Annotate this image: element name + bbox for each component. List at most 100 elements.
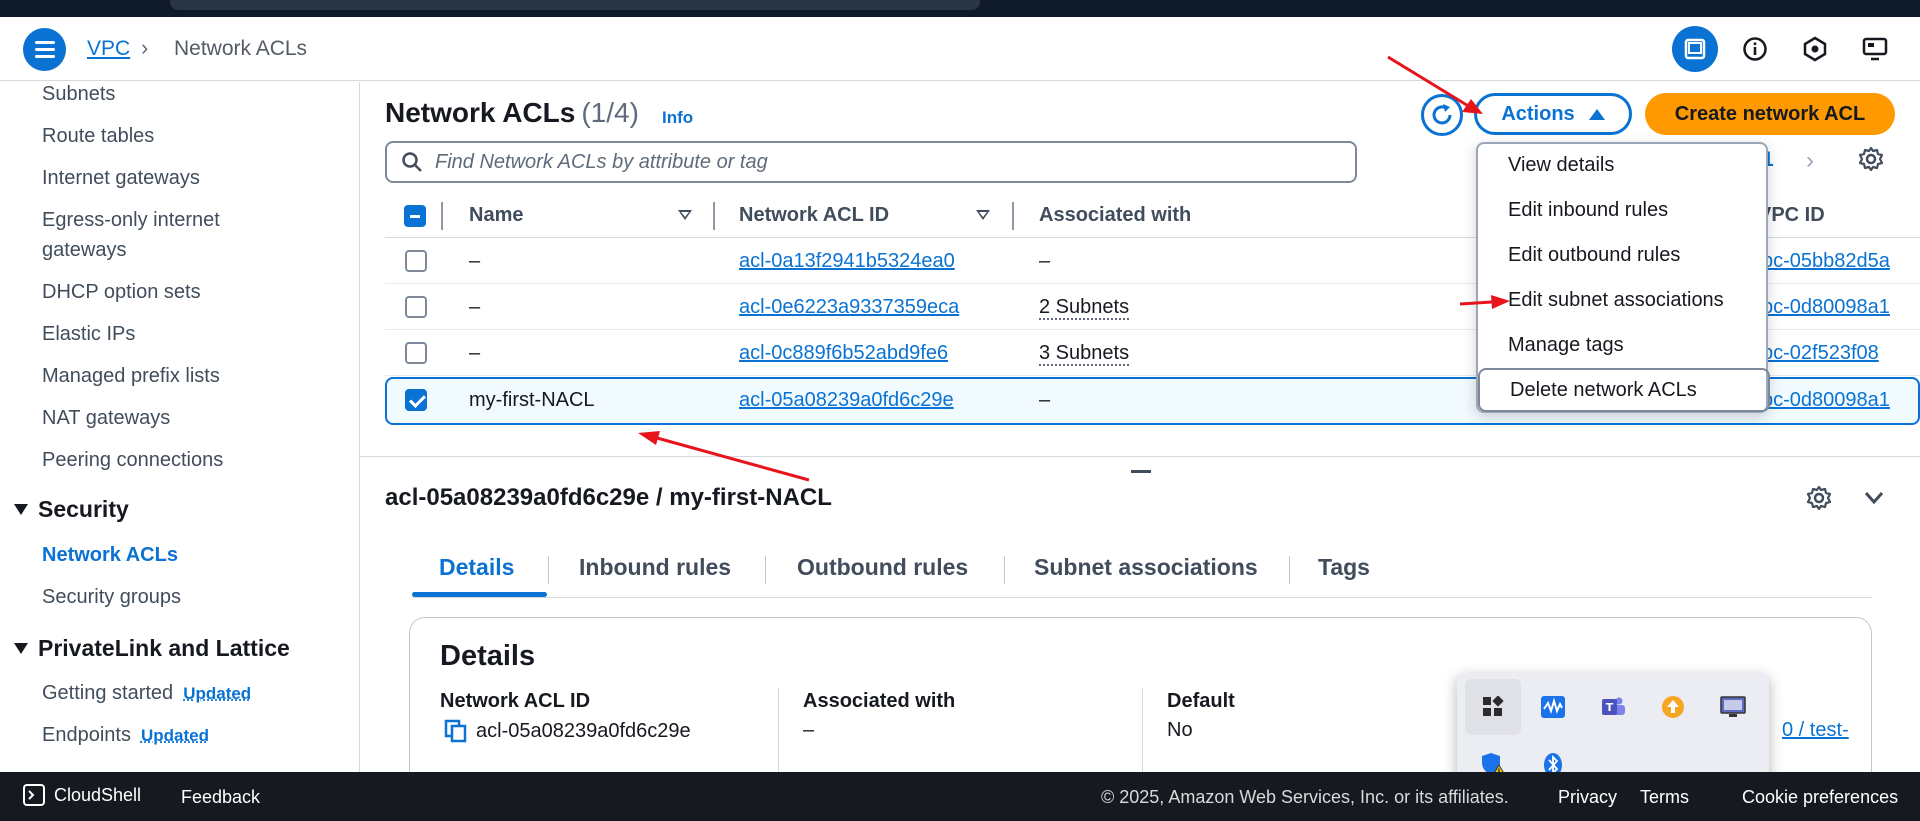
- row-associated[interactable]: 2 Subnets: [1039, 296, 1130, 320]
- menu-item-manage-tags[interactable]: Manage tags: [1508, 334, 1624, 357]
- search-input[interactable]: [435, 150, 1315, 174]
- panel-icon[interactable]: [1672, 26, 1718, 72]
- feedback-link[interactable]: Feedback: [181, 787, 260, 808]
- hamburger-menu-icon[interactable]: [23, 28, 66, 71]
- menu-item-edit-inbound-rules[interactable]: Edit inbound rules: [1508, 199, 1668, 222]
- row-acl-id-link[interactable]: acl-0e6223a9337359eca: [739, 296, 959, 319]
- sidebar-item-endpoints[interactable]: Endpoints Updated: [42, 720, 209, 751]
- row-vpc-link[interactable]: vpc-02f523f08: [1752, 342, 1879, 365]
- column-divider: [713, 202, 715, 230]
- tab-divider: [765, 556, 766, 584]
- row-checkbox[interactable]: [405, 389, 427, 411]
- column-header-vpc-id[interactable]: VPC ID: [1758, 204, 1825, 227]
- field-label-default: Default: [1167, 690, 1235, 712]
- sidebar-section-security[interactable]: Security: [14, 496, 129, 523]
- sort-icon[interactable]: [678, 210, 692, 220]
- row-acl-id-link[interactable]: acl-0a13f2941b5324ea0: [739, 250, 955, 273]
- row-checkbox[interactable]: [405, 250, 427, 272]
- detail-title: acl-05a08239a0fd6c29e / my-first-NACL: [385, 484, 832, 511]
- terminal-icon: [23, 784, 45, 806]
- field-divider: [1142, 688, 1143, 778]
- sidebar-item-elastic-ips[interactable]: Elastic IPs: [42, 319, 135, 349]
- upload-icon[interactable]: [1645, 679, 1701, 735]
- privacy-link[interactable]: Privacy: [1558, 787, 1617, 808]
- menu-item-delete-network-acls[interactable]: Delete network ACLs: [1478, 368, 1770, 412]
- chevron-right-icon[interactable]: ›: [1806, 147, 1814, 175]
- menu-item-edit-subnet-associations[interactable]: Edit subnet associations: [1508, 289, 1724, 312]
- caret-down-icon: [14, 504, 28, 515]
- sidebar-item-getting-started[interactable]: Getting started Updated: [42, 678, 251, 709]
- sidebar-item-dhcp-option-sets[interactable]: DHCP option sets: [42, 277, 201, 307]
- breadcrumb-vpc-link[interactable]: VPC: [87, 37, 130, 61]
- field-label-network-acl-id: Network ACL ID: [440, 690, 591, 712]
- sidebar-item-peering-connections[interactable]: Peering connections: [42, 445, 223, 475]
- row-name: my-first-NACL: [469, 389, 595, 411]
- tab-inbound-rules[interactable]: Inbound rules: [579, 554, 731, 581]
- row-name: –: [469, 342, 481, 364]
- sidebar-section-privatelink[interactable]: PrivateLink and Lattice: [14, 635, 290, 662]
- copy-icon[interactable]: [444, 719, 468, 743]
- selection-count: (1/4): [581, 97, 639, 128]
- tab-subnet-associations[interactable]: Subnet associations: [1034, 554, 1258, 581]
- row-vpc-link[interactable]: vpc-0d80098a1: [1752, 389, 1890, 412]
- row-vpc-link[interactable]: vpc-0d80098a1: [1752, 296, 1890, 319]
- row-acl-id-link[interactable]: acl-05a08239a0fd6c29e: [739, 389, 954, 412]
- sidebar-item-egress-only-line2[interactable]: gateways: [42, 235, 127, 265]
- row-acl-id-link[interactable]: acl-0c889f6b52abd9fe6: [739, 342, 948, 365]
- row-vpc-link[interactable]: vpc-05bb82d5a: [1752, 250, 1890, 273]
- sidebar-item-subnets[interactable]: Subnets: [42, 82, 115, 109]
- terms-link[interactable]: Terms: [1640, 787, 1689, 808]
- create-network-acl-button[interactable]: Create network ACL: [1645, 93, 1895, 135]
- refresh-button[interactable]: [1421, 94, 1463, 136]
- info-link[interactable]: Info: [662, 108, 693, 128]
- column-header-name[interactable]: Name: [469, 204, 523, 227]
- waveform-icon[interactable]: [1525, 679, 1581, 735]
- sidebar-section-title: PrivateLink and Lattice: [38, 635, 290, 661]
- row-checkbox[interactable]: [405, 342, 427, 364]
- sidebar-item-security-groups[interactable]: Security groups: [42, 582, 181, 612]
- sidebar-item-managed-prefix-lists[interactable]: Managed prefix lists: [42, 361, 220, 391]
- info-icon[interactable]: [1732, 26, 1778, 72]
- row-associated[interactable]: 3 Subnets: [1039, 342, 1130, 366]
- tab-divider: [1004, 556, 1005, 584]
- cookie-preferences-link[interactable]: Cookie preferences: [1742, 787, 1898, 808]
- actions-label: Actions: [1501, 102, 1575, 125]
- column-header-acl-id[interactable]: Network ACL ID: [739, 204, 889, 227]
- tab-divider: [548, 556, 549, 584]
- vpc-link-partial[interactable]: 0 / test-: [1782, 719, 1849, 742]
- resize-handle[interactable]: [1131, 470, 1151, 473]
- actions-button[interactable]: Actions: [1474, 93, 1632, 135]
- cloudshell-button[interactable]: CloudShell: [22, 783, 141, 807]
- column-header-associated-with[interactable]: Associated with: [1039, 204, 1191, 227]
- notifications-icon[interactable]: [1792, 26, 1838, 72]
- tab-details[interactable]: Details: [439, 554, 514, 581]
- page-title: Network ACLs (1/4): [385, 97, 639, 129]
- caret-down-icon: [14, 643, 28, 654]
- sidebar-item-network-acls[interactable]: Network ACLs: [42, 540, 178, 570]
- detail-tabs: Details Inbound rules Outbound rules Sub…: [412, 548, 1872, 598]
- select-all-checkbox[interactable]: [404, 205, 426, 227]
- menu-item-view-details[interactable]: View details: [1508, 154, 1614, 177]
- app-grid-icon[interactable]: [1465, 679, 1521, 735]
- menu-item-edit-outbound-rules[interactable]: Edit outbound rules: [1508, 244, 1680, 267]
- sidebar-item-route-tables[interactable]: Route tables: [42, 121, 154, 151]
- display-icon[interactable]: [1852, 26, 1898, 72]
- tab-tags[interactable]: Tags: [1318, 554, 1370, 581]
- monitor-icon[interactable]: [1705, 679, 1761, 735]
- page-title-text: Network ACLs: [385, 97, 576, 128]
- row-checkbox[interactable]: [405, 296, 427, 318]
- split-divider: [360, 456, 1920, 457]
- updated-badge: Updated: [140, 726, 209, 745]
- table-settings-gear-icon[interactable]: [1858, 146, 1884, 177]
- updated-badge: Updated: [183, 684, 252, 703]
- tab-outbound-rules[interactable]: Outbound rules: [797, 554, 968, 581]
- row-associated: –: [1039, 389, 1051, 411]
- detail-settings-gear-icon[interactable]: [1806, 485, 1832, 516]
- chevron-down-icon[interactable]: [1862, 487, 1886, 514]
- sort-icon[interactable]: [976, 210, 990, 220]
- sidebar-item-internet-gateways[interactable]: Internet gateways: [42, 163, 200, 193]
- sidebar-item-nat-gateways[interactable]: NAT gateways: [42, 403, 170, 433]
- sidebar-item-egress-only-line1[interactable]: Egress-only internet: [42, 205, 220, 235]
- teams-icon[interactable]: T: [1585, 679, 1641, 735]
- sidebar-item-label: Endpoints: [42, 724, 131, 746]
